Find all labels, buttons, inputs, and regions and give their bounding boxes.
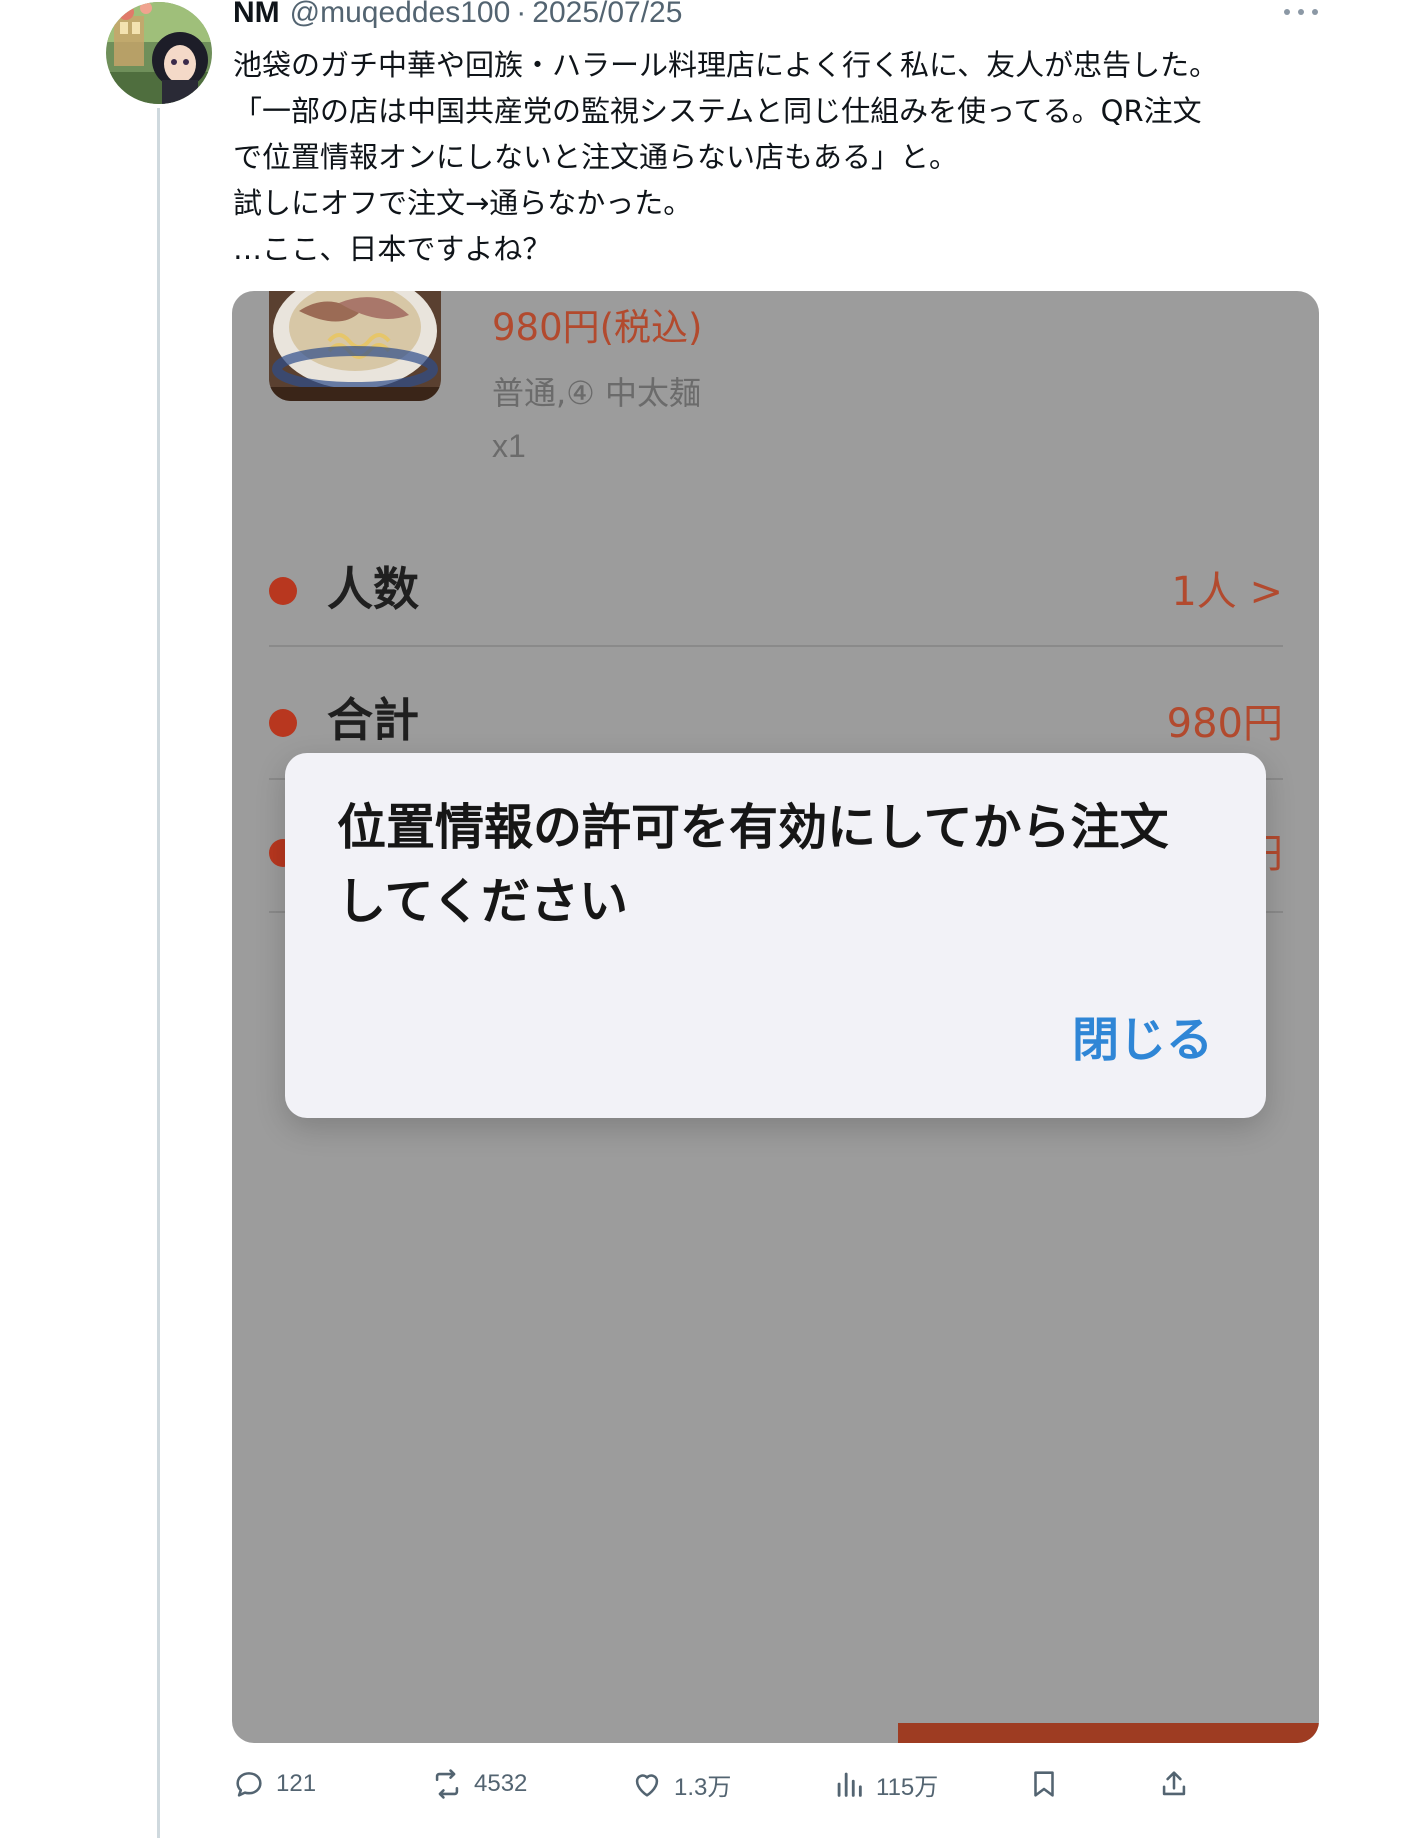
party-size-value[interactable]: 1人 > [1171, 559, 1283, 617]
tweet-text-line: で位置情報オンにしないと注文通らない店もある」と。 [233, 140, 959, 174]
ramen-thumbnail [269, 291, 441, 401]
bullet-dot [269, 577, 297, 605]
row-divider [269, 645, 1283, 647]
location-permission-alert: 位置情報の許可を有効にしてから注文 してください 閉じる [285, 753, 1266, 1118]
share-button[interactable] [1157, 1762, 1191, 1806]
heart-icon [635, 1774, 659, 1797]
item-price: 980円(税込) [492, 306, 703, 349]
tweet-text-line: 「一部の店は中国共産党の監視システムと同じ仕組みを使ってる。QR注文 [233, 94, 1202, 128]
alert-message-line: してください [337, 873, 629, 930]
views-button[interactable]: 115万 [832, 1762, 938, 1806]
tweet-header: NM @muqeddes100 · 2025/07/25 [233, 0, 682, 36]
author-name[interactable]: NM [233, 0, 280, 30]
bookmark-icon [1034, 1771, 1054, 1797]
view-count: 115万 [876, 1773, 939, 1801]
order-button-edge [898, 1723, 1319, 1743]
total-value: 980円 [1166, 701, 1283, 747]
avatar[interactable] [106, 2, 212, 104]
tweet-text-line: 試しにオフで注文→通らなかった。 [233, 186, 693, 220]
bar-chart-icon [837, 1772, 862, 1797]
reply-count: 121 [276, 1770, 317, 1797]
retweet-icon [435, 1769, 459, 1799]
party-size-label: 人数 [327, 562, 419, 616]
tweet-text-line: 池袋のガチ中華や回族・ハラール料理店によく行く私に、友人が忠告した。 [233, 48, 1219, 82]
total-label: 合計 [327, 693, 419, 747]
reply-icon [236, 1772, 262, 1797]
more-options-icon[interactable] [1284, 0, 1318, 24]
bullet-dot [269, 709, 297, 737]
author-handle[interactable]: @muqeddes100 [290, 0, 511, 30]
reply-button[interactable]: 121 [232, 1762, 316, 1806]
thread-line [157, 108, 160, 1838]
tweet-date[interactable]: 2025/07/25 [532, 0, 682, 30]
alert-message-line: 位置情報の許可を有効にしてから注文 [337, 799, 1169, 856]
item-options: 普通,④ 中太麺 [492, 374, 702, 412]
retweet-button[interactable]: 4532 [430, 1762, 527, 1806]
close-button[interactable]: 閉じる [1072, 1001, 1213, 1070]
tweet-text: 池袋のガチ中華や回族・ハラール料理店によく行く私に、友人が忠告した。 「一部の店… [233, 42, 1323, 272]
item-quantity: x1 [492, 428, 526, 464]
tweet-media-image[interactable]: 980円(税込) 普通,④ 中太麺 x1 人数 1人 > 合計 980円 円 位… [232, 291, 1319, 1743]
like-button[interactable]: 1.3万 [630, 1762, 731, 1806]
like-count: 1.3万 [674, 1773, 732, 1801]
tweet-action-bar: 121 4532 1.3万 115万 [232, 1762, 1332, 1806]
bookmark-button[interactable] [1027, 1762, 1061, 1806]
share-icon [1162, 1771, 1186, 1796]
separator-dot: · [516, 0, 527, 29]
alert-message: 位置情報の許可を有効にしてから注文 してください [337, 791, 1237, 939]
tweet-text-line: …ここ、日本ですよね？ [233, 232, 552, 266]
retweet-count: 4532 [474, 1770, 528, 1797]
